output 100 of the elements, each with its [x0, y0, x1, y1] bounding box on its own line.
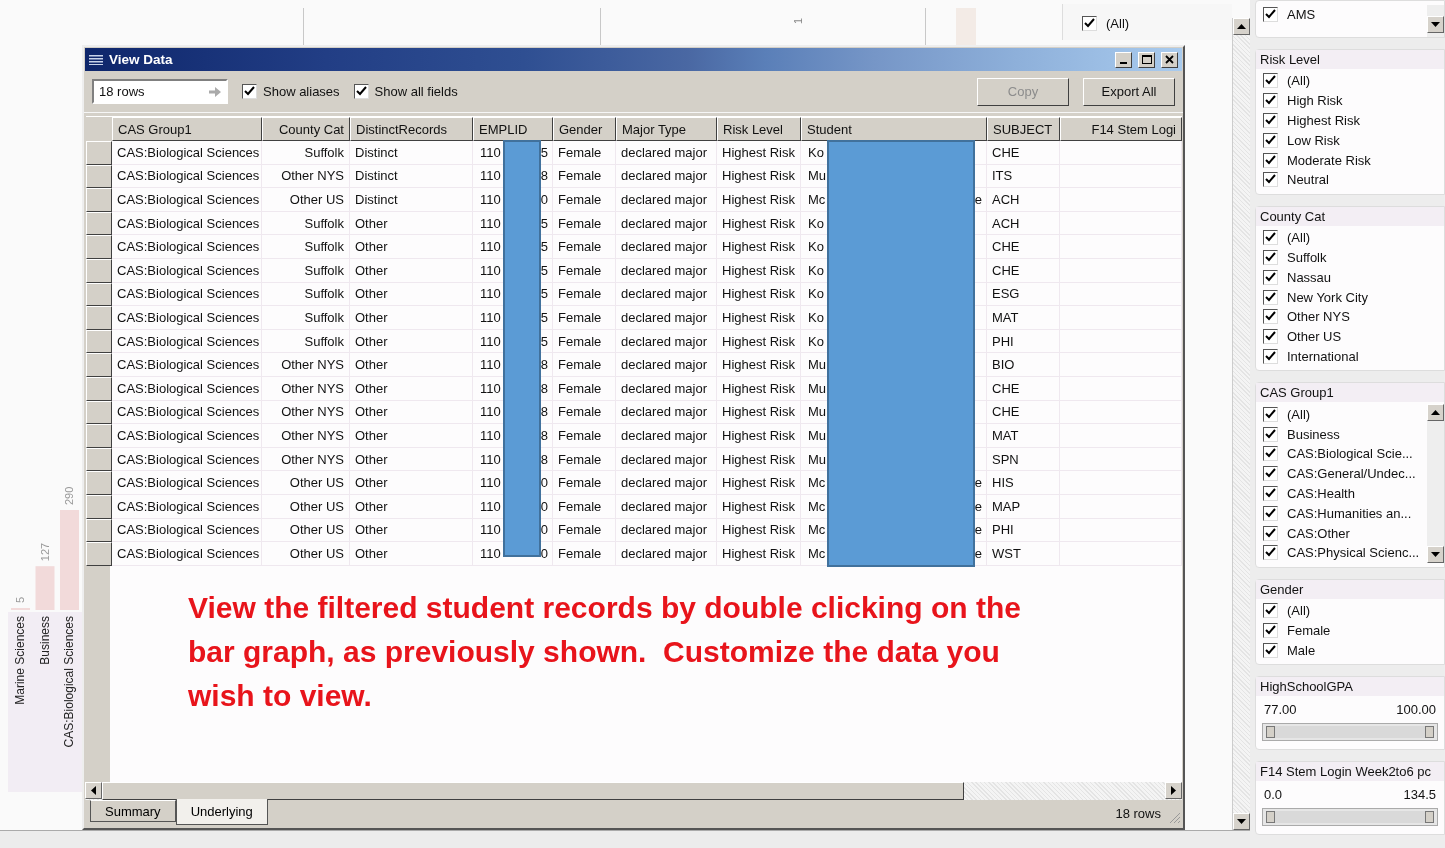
checkbox[interactable]	[1263, 7, 1278, 23]
checkbox[interactable]	[1263, 485, 1278, 501]
column-header[interactable]: Student	[801, 117, 987, 141]
row-header[interactable]	[86, 258, 112, 283]
scrollbar[interactable]	[1427, 5, 1444, 37]
table-cell: Highest Risk	[717, 424, 801, 448]
scroll-button[interactable]	[85, 782, 102, 799]
checkbox[interactable]	[1263, 230, 1278, 246]
scrollbar[interactable]	[1232, 18, 1250, 830]
row-header[interactable]	[86, 235, 112, 259]
checkbox[interactable]	[1263, 603, 1278, 619]
filter-label: CAS:General/Undec...	[1287, 466, 1416, 482]
checkbox[interactable]	[1263, 426, 1278, 442]
scroll-button[interactable]	[1233, 18, 1250, 35]
row-header[interactable]	[86, 518, 112, 543]
category-label: CAS:Biological Sciences	[62, 616, 76, 748]
scroll-button[interactable]	[1233, 813, 1250, 830]
table-cell: CAS:Biological Sciences	[112, 258, 262, 283]
table-cell: Other	[350, 400, 473, 425]
column-header[interactable]: Major Type	[616, 117, 717, 141]
table-cell: Other NYS	[262, 353, 350, 377]
filter-label: (All)	[1287, 603, 1311, 619]
horizontal-scrollbar[interactable]	[85, 782, 1182, 800]
range-slider[interactable]	[1262, 723, 1438, 742]
checkbox[interactable]	[1263, 329, 1278, 345]
table-cell: Suffolk	[262, 329, 350, 354]
scroll-button[interactable]	[1427, 545, 1444, 563]
checkbox[interactable]	[1263, 309, 1278, 325]
slider-range[interactable]	[1266, 726, 1434, 739]
row-header[interactable]	[86, 542, 112, 566]
filter-label: (All)	[1287, 73, 1311, 89]
checkbox[interactable]	[1263, 113, 1278, 128]
checkbox[interactable]	[1263, 642, 1278, 658]
table-cell: Female	[553, 306, 616, 330]
tab[interactable]: Underlying	[175, 799, 268, 825]
range-slider[interactable]	[1262, 808, 1438, 827]
row-header[interactable]	[86, 424, 112, 448]
checkbox[interactable]	[1082, 16, 1097, 32]
column-header[interactable]: DistinctRecords	[350, 117, 473, 141]
row-header[interactable]	[86, 306, 112, 330]
close-button[interactable]	[1161, 51, 1178, 68]
row-header[interactable]	[86, 471, 112, 495]
filter-label: International	[1287, 348, 1359, 364]
column-header[interactable]: SUBJECT	[987, 117, 1060, 141]
table-cell: BIO	[987, 353, 1060, 377]
checkbox[interactable]	[1263, 622, 1278, 638]
table-cell: CAS:Biological Sciences	[112, 235, 262, 259]
scroll-button[interactable]	[1427, 404, 1444, 422]
toolbar-button[interactable]: Export All	[1083, 77, 1175, 106]
row-header[interactable]	[86, 164, 112, 189]
table-cell: CAS:Biological Sciences	[112, 400, 262, 425]
checkbox[interactable]	[1263, 172, 1278, 188]
checkbox[interactable]	[242, 84, 257, 99]
resize-grip-icon	[1167, 810, 1181, 824]
row-header[interactable]	[86, 329, 112, 354]
column-header[interactable]: Gender	[553, 117, 616, 141]
row-header[interactable]	[86, 211, 112, 236]
scroll-button[interactable]	[1427, 16, 1444, 33]
checkbox[interactable]	[1263, 505, 1278, 521]
row-header[interactable]	[86, 282, 112, 307]
row-header[interactable]	[86, 400, 112, 425]
checkbox[interactable]	[1263, 525, 1278, 541]
table-cell: CAS:Biological Sciences	[112, 188, 262, 212]
checkbox[interactable]	[1263, 132, 1278, 148]
checkbox[interactable]	[1263, 545, 1278, 561]
row-header[interactable]	[86, 353, 112, 377]
checkbox[interactable]	[353, 84, 369, 99]
column-header[interactable]: F14 Stem Logi	[1060, 117, 1182, 141]
checkbox[interactable]	[1263, 446, 1278, 462]
column-header[interactable]: Risk Level	[717, 117, 801, 141]
slider-range[interactable]	[1266, 811, 1434, 824]
checkbox[interactable]	[1263, 93, 1278, 109]
row-header[interactable]	[86, 376, 112, 401]
tab[interactable]: Summary	[90, 800, 176, 822]
column-header[interactable]: EMPLID	[473, 117, 553, 141]
column-header[interactable]: County Cat	[262, 117, 350, 141]
maximize-button[interactable]	[1138, 51, 1155, 68]
row-header[interactable]	[86, 494, 112, 519]
table-cell: declared major	[616, 494, 717, 519]
range-max: 100.00	[1396, 702, 1436, 718]
scroll-button[interactable]	[1165, 782, 1182, 799]
table-cell: MAT	[987, 306, 1060, 330]
row-header[interactable]	[86, 141, 112, 165]
checkbox[interactable]	[1263, 466, 1278, 482]
row-header[interactable]	[86, 447, 112, 472]
minimize-button[interactable]	[1115, 51, 1132, 68]
checkbox[interactable]	[1263, 269, 1278, 285]
value-label: 5	[14, 596, 26, 603]
rows-field[interactable]: 18 rows	[92, 79, 228, 104]
row-header[interactable]	[86, 188, 112, 212]
checkbox[interactable]	[1263, 249, 1278, 265]
checkbox[interactable]	[1263, 348, 1278, 364]
column-header[interactable]: CAS Group1	[112, 117, 262, 141]
checkbox[interactable]	[1263, 152, 1278, 168]
checkbox[interactable]	[1263, 406, 1278, 422]
scrollbar[interactable]	[1427, 404, 1444, 563]
checkbox[interactable]	[1263, 289, 1278, 305]
scroll-thumb[interactable]	[102, 782, 964, 800]
checkbox[interactable]	[1263, 73, 1278, 89]
filter-title: Risk Level	[1256, 50, 1444, 69]
